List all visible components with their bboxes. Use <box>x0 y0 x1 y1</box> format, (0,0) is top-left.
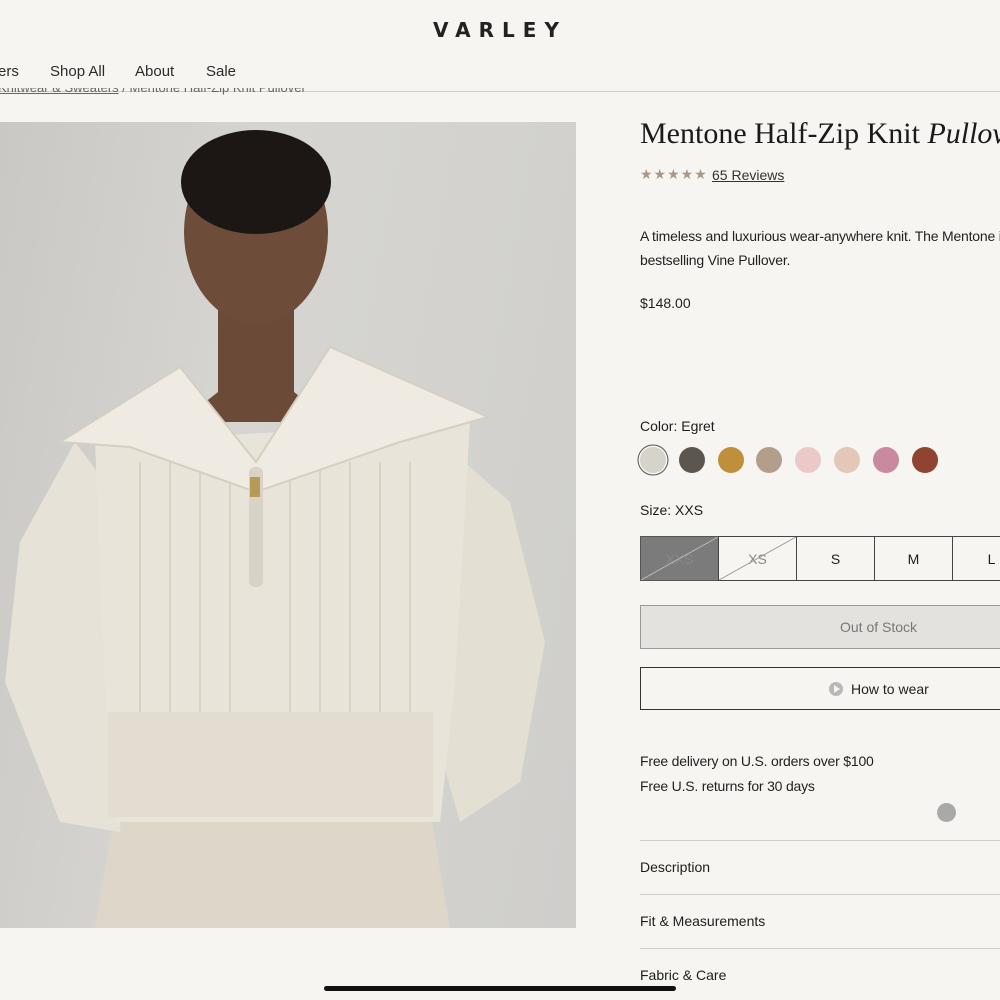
color-label: Color: Egret <box>640 418 715 434</box>
size-option-xxs[interactable]: XXS <box>640 536 719 581</box>
main-nav: ers Shop All About Sale <box>0 62 1000 92</box>
unavailable-strike-icon <box>641 537 718 580</box>
reviews-link[interactable]: 65 Reviews <box>712 167 784 183</box>
size-option-label: M <box>907 550 920 567</box>
product-title: Mentone Half-Zip Knit Pullov <box>640 117 1000 151</box>
unavailable-strike-icon <box>719 537 796 580</box>
out-of-stock-label: Out of Stock <box>840 619 918 635</box>
product-price: $148.00 <box>640 295 691 311</box>
out-of-stock-button[interactable]: Out of Stock <box>640 605 1000 649</box>
color-swatch[interactable] <box>756 447 783 473</box>
size-option-m[interactable]: M <box>874 536 953 581</box>
accordion-label: Fit & Measurements <box>640 913 766 929</box>
returns-info: Free U.S. returns for 30 days <box>640 778 815 794</box>
color-swatch[interactable] <box>911 447 938 473</box>
accordion-label: Description <box>640 859 711 875</box>
color-swatch[interactable] <box>678 447 705 473</box>
nav-item-shop-all[interactable]: Shop All <box>50 63 105 80</box>
brand-logo[interactable]: VARLEY <box>0 18 1000 42</box>
color-swatch[interactable] <box>834 447 860 473</box>
model-illustration <box>5 130 545 928</box>
product-title-main: Mentone Half-Zip Knit <box>640 117 928 150</box>
rating-stars: ★★★★★ <box>640 166 708 182</box>
accordion-fabric-care[interactable]: Fabric & Care <box>640 948 1000 1000</box>
color-swatch[interactable] <box>717 447 744 473</box>
play-icon <box>829 681 843 696</box>
product-description: A timeless and luxurious wear-anywhere k… <box>640 228 1000 268</box>
product-image[interactable] <box>0 122 576 928</box>
nav-item-about[interactable]: About <box>135 63 174 80</box>
size-label: Size: XXS <box>640 502 704 518</box>
accordion-description[interactable]: Description <box>640 840 1000 894</box>
accordion-fit-measurements[interactable]: Fit & Measurements <box>640 894 1000 948</box>
size-option-s[interactable]: S <box>796 536 875 581</box>
home-indicator[interactable] <box>324 986 676 991</box>
nav-item-partial[interactable]: ers <box>0 63 19 80</box>
how-to-wear-button[interactable]: How to wear <box>640 667 1000 710</box>
color-swatch[interactable] <box>872 447 899 473</box>
color-swatch[interactable] <box>795 447 822 473</box>
product-title-italic: Pullov <box>927 117 1000 150</box>
color-swatch[interactable] <box>640 447 666 473</box>
size-option-label: S <box>830 550 841 567</box>
size-option-label: L <box>987 550 996 567</box>
nav-item-sale[interactable]: Sale <box>206 63 236 80</box>
accordion-label: Fabric & Care <box>640 967 727 983</box>
size-option-xs[interactable]: XS <box>718 536 797 581</box>
shipping-info: Free delivery on U.S. orders over $100 <box>640 753 874 769</box>
carousel-dot-icon[interactable] <box>937 803 956 822</box>
size-selector: XXS XS S M L <box>640 536 1000 581</box>
how-to-wear-label: How to wear <box>851 680 929 697</box>
size-option-l[interactable]: L <box>952 536 1000 581</box>
